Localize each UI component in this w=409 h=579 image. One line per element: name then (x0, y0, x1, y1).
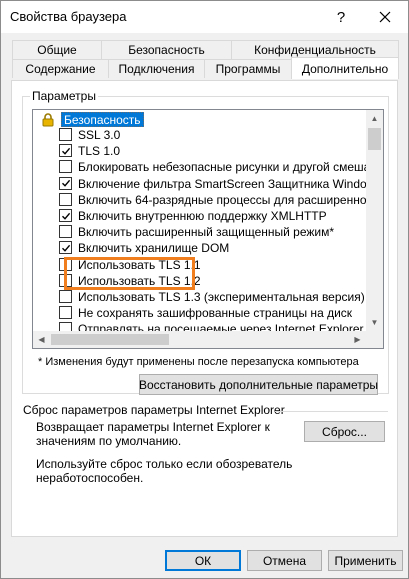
reset-hint: Используйте сброс только если обозревате… (36, 457, 293, 485)
tab-general[interactable]: Общие (12, 40, 102, 59)
internet-options-dialog: Свойства браузера ? Общие Безопасность К… (0, 0, 409, 579)
setting-checkbox[interactable] (59, 176, 72, 190)
setting-label: Использовать TLS 1.1 (78, 257, 201, 272)
setting-checkbox[interactable] (59, 128, 72, 141)
setting-checkbox[interactable] (59, 306, 72, 320)
tab-programs[interactable]: Программы (204, 59, 292, 78)
tab-connections[interactable]: Подключения (108, 59, 205, 78)
reset-description: Возвращает параметры Internet Explorer к… (36, 420, 270, 448)
help-icon: ? (336, 8, 346, 26)
lock-icon (42, 113, 54, 127)
setting-label: Блокировать небезопасные рисунки и друго… (78, 160, 384, 175)
setting-checkbox[interactable] (59, 257, 72, 271)
checkmark-icon (61, 147, 70, 155)
tab-security[interactable]: Безопасность (101, 40, 232, 59)
scroll-corner (366, 331, 383, 348)
checkmark-icon (61, 244, 70, 252)
setting-row[interactable]: Блокировать небезопасные рисунки и друго… (33, 159, 383, 175)
settings-group-label: Параметры (30, 89, 98, 103)
security-section-row[interactable]: Безопасность (33, 111, 366, 127)
setting-label: TLS 1.0 (78, 144, 121, 159)
setting-row[interactable]: Использовать TLS 1.3 (экспериментальная … (33, 289, 366, 305)
setting-label: Не сохранять зашифрованные страницы на д… (78, 306, 353, 321)
reset-button[interactable]: Сброс... (304, 421, 385, 442)
setting-row[interactable]: Использовать TLS 1.1 (33, 257, 366, 273)
window-title: Свойства браузера (10, 9, 127, 24)
setting-row[interactable]: Включить расширенный защищенный режим* (33, 224, 366, 240)
setting-label: Включить 64-разрядные процессы для расши… (78, 192, 378, 207)
setting-row[interactable]: Включить хранилище DOM (33, 240, 366, 256)
restore-advanced-settings-button[interactable]: Восстановить дополнительные параметры (139, 374, 378, 395)
setting-checkbox[interactable] (59, 273, 72, 287)
settings-tree[interactable]: Безопасность SSL 3.0 TLS 1.0 Блокировать н… (32, 109, 384, 349)
horizontal-scrollbar[interactable]: ◀ ▶ (33, 331, 366, 348)
vertical-scrollbar[interactable]: ▲ ▼ (366, 110, 383, 348)
vertical-scroll-thumb[interactable] (368, 128, 381, 150)
setting-row[interactable]: SSL 3.0 (33, 127, 366, 143)
setting-row[interactable]: Использовать TLS 1.2 (33, 273, 366, 289)
setting-checkbox[interactable] (59, 209, 72, 222)
setting-checkbox[interactable] (59, 290, 72, 303)
apply-button[interactable]: Применить (328, 550, 403, 571)
setting-checkbox[interactable] (59, 144, 72, 158)
restart-note: * Изменения будут применены после переза… (38, 356, 359, 368)
setting-row[interactable]: Включить 64-разрядные процессы для расши… (33, 192, 377, 208)
title-bar: Свойства браузера ? (1, 1, 408, 33)
setting-label: Использовать TLS 1.3 (экспериментальная … (78, 290, 365, 304)
checkmark-icon (61, 212, 70, 220)
setting-checkbox[interactable] (59, 241, 72, 255)
setting-label: SSL 3.0 (78, 128, 121, 142)
scroll-down-icon[interactable]: ▼ (366, 314, 383, 331)
horizontal-scroll-thumb[interactable] (51, 334, 169, 345)
setting-checkbox[interactable] (59, 192, 72, 206)
setting-checkbox[interactable] (59, 160, 72, 174)
setting-row[interactable]: Включить внутреннюю поддержку XMLHTTP (33, 208, 366, 224)
setting-row[interactable]: TLS 1.0 (33, 143, 366, 159)
tab-advanced[interactable]: Дополнительно (291, 57, 399, 79)
setting-label: Включение фильтра SmartScreen Защитника … (78, 176, 382, 191)
scroll-right-icon[interactable]: ▶ (349, 331, 366, 348)
setting-label: Включить хранилище DOM (78, 241, 230, 256)
cancel-button[interactable]: Отмена (247, 550, 322, 571)
setting-row[interactable]: Не сохранять зашифрованные страницы на д… (33, 305, 366, 321)
reset-separator (275, 411, 388, 412)
close-icon (379, 11, 391, 23)
setting-label: Использовать TLS 1.2 (78, 273, 201, 288)
tab-content[interactable]: Содержание (12, 59, 109, 78)
setting-row[interactable]: Включение фильтра SmartScreen Защитника … (33, 176, 381, 192)
help-button[interactable]: ? (319, 1, 363, 33)
scroll-up-icon[interactable]: ▲ (366, 110, 383, 127)
advanced-tab-panel: Параметры Безопасность SSL 3.0 TLS 1.0 Бло… (11, 80, 398, 537)
setting-checkbox[interactable] (59, 225, 72, 239)
close-button[interactable] (363, 1, 407, 33)
setting-label: Включить расширенный защищенный режим* (78, 225, 335, 240)
reset-section-title: Сброс параметров параметры Internet Expl… (23, 403, 285, 417)
security-section-label: Безопасность (61, 112, 144, 127)
ok-button[interactable]: ОК (165, 550, 241, 571)
scroll-left-icon[interactable]: ◀ (33, 331, 50, 348)
checkmark-icon (61, 179, 70, 187)
setting-label: Включить внутреннюю поддержку XMLHTTP (78, 209, 327, 223)
